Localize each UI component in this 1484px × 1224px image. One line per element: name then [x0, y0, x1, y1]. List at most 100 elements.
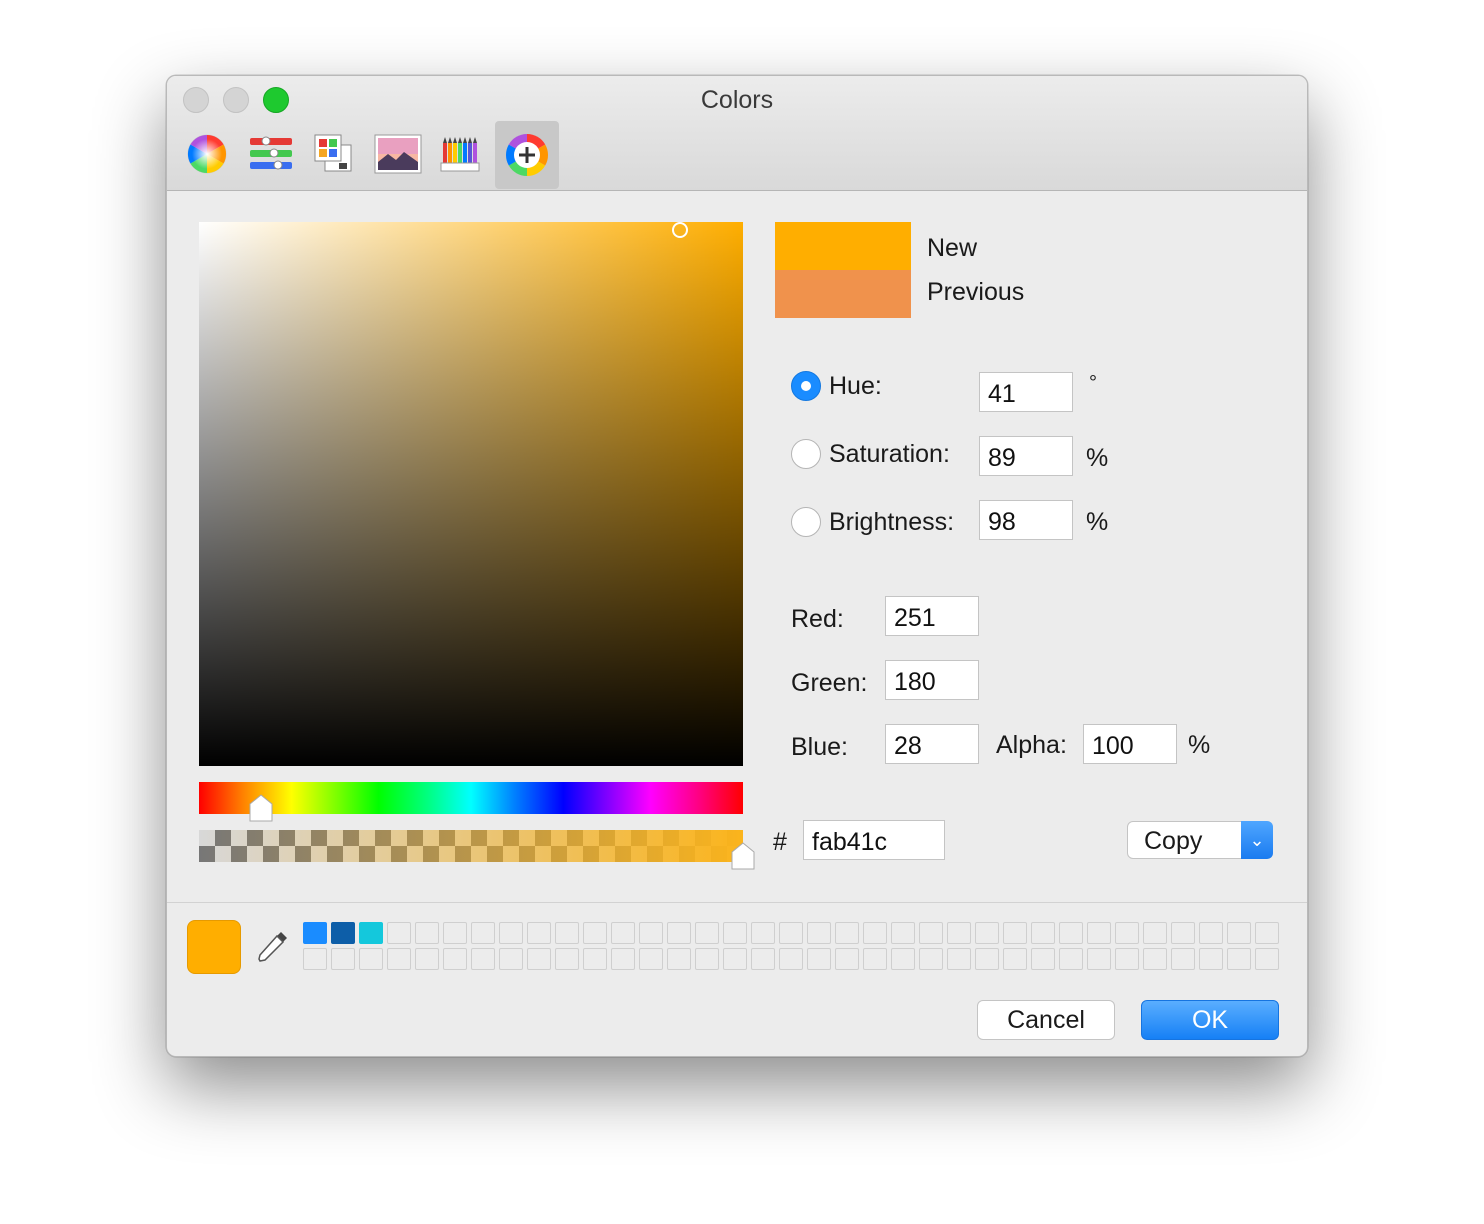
brightness-field[interactable]: 98: [979, 500, 1073, 540]
palette-cell[interactable]: [919, 922, 943, 944]
palette-cell[interactable]: [387, 922, 411, 944]
custom-picker-tab[interactable]: [495, 121, 559, 189]
palette-cell[interactable]: [695, 948, 719, 970]
palette-cell[interactable]: [415, 948, 439, 970]
saturation-field[interactable]: 89: [979, 436, 1073, 476]
palette-cell[interactable]: [1255, 922, 1279, 944]
color-sliders-tab[interactable]: [241, 124, 301, 184]
palette-cell[interactable]: [499, 922, 523, 944]
palette-cell[interactable]: [723, 922, 747, 944]
palette-cell[interactable]: [1003, 948, 1027, 970]
palette-cell[interactable]: [947, 922, 971, 944]
palette-cell[interactable]: [1143, 922, 1167, 944]
sv-cursor[interactable]: [672, 222, 688, 238]
hue-slider-thumb[interactable]: [249, 794, 273, 822]
palette-cell[interactable]: [863, 922, 887, 944]
chevron-down-icon[interactable]: ⌄: [1241, 821, 1273, 859]
palette-cell[interactable]: [471, 948, 495, 970]
hue-radio[interactable]: [791, 371, 821, 401]
palette-cell[interactable]: [583, 922, 607, 944]
palette-cell[interactable]: [1255, 948, 1279, 970]
palette-cell[interactable]: [443, 948, 467, 970]
palette-cell[interactable]: [807, 922, 831, 944]
palette-cell[interactable]: [919, 948, 943, 970]
palette-cell[interactable]: [1003, 922, 1027, 944]
palette-cell[interactable]: [751, 922, 775, 944]
palette-cell[interactable]: [975, 948, 999, 970]
palette-cell[interactable]: [779, 948, 803, 970]
palette-cell[interactable]: [387, 948, 411, 970]
palette-cell[interactable]: [443, 922, 467, 944]
palette-cell[interactable]: [527, 922, 551, 944]
palette-cell[interactable]: [331, 948, 355, 970]
alpha-slider-thumb[interactable]: [731, 842, 755, 870]
saturation-brightness-area[interactable]: [199, 222, 743, 766]
palette-cell[interactable]: [639, 922, 663, 944]
palette-cell[interactable]: [639, 948, 663, 970]
image-palettes-tab[interactable]: [368, 124, 428, 184]
palette-cell[interactable]: [1115, 948, 1139, 970]
eyedropper-icon[interactable]: [255, 928, 291, 964]
palette-cell[interactable]: [667, 948, 691, 970]
color-palettes-tab[interactable]: [303, 124, 363, 184]
palette-cell[interactable]: [359, 948, 383, 970]
palette-cell[interactable]: [303, 948, 327, 970]
copy-button[interactable]: Copy ⌄: [1127, 821, 1273, 859]
palette-cell[interactable]: [555, 922, 579, 944]
palette-cell[interactable]: [695, 922, 719, 944]
brightness-radio[interactable]: [791, 507, 821, 537]
palette-cell[interactable]: [583, 948, 607, 970]
palette-cell[interactable]: [891, 922, 915, 944]
palette-cell[interactable]: [1059, 948, 1083, 970]
palette-cell[interactable]: [807, 948, 831, 970]
palette-cell[interactable]: [947, 948, 971, 970]
red-field[interactable]: 251: [885, 596, 979, 636]
palette-cell[interactable]: [1087, 948, 1111, 970]
palette-cell[interactable]: [611, 948, 635, 970]
hue-field[interactable]: 41: [979, 372, 1073, 412]
hex-field[interactable]: fab41c: [803, 820, 945, 860]
palette-cell[interactable]: [499, 948, 523, 970]
palette-cell[interactable]: [1087, 922, 1111, 944]
palette-cell[interactable]: [751, 948, 775, 970]
palette-cell[interactable]: [723, 948, 747, 970]
palette-cell[interactable]: [863, 948, 887, 970]
palette-cell[interactable]: [1143, 948, 1167, 970]
ok-button[interactable]: OK: [1141, 1000, 1279, 1040]
palette-cell[interactable]: [415, 922, 439, 944]
palette-cell[interactable]: [1227, 948, 1251, 970]
palette-cell[interactable]: [471, 922, 495, 944]
palette-cell[interactable]: [331, 922, 355, 944]
palette-cell[interactable]: [1031, 948, 1055, 970]
saturation-radio[interactable]: [791, 439, 821, 469]
palette-cell[interactable]: [1171, 948, 1195, 970]
palette-cell[interactable]: [667, 922, 691, 944]
color-wheel-tab[interactable]: [177, 124, 237, 184]
palette-cell[interactable]: [835, 948, 859, 970]
palette-cell[interactable]: [1059, 922, 1083, 944]
palette-cell[interactable]: [835, 922, 859, 944]
blue-field[interactable]: 28: [885, 724, 979, 764]
palette-cell[interactable]: [527, 948, 551, 970]
palette-cell[interactable]: [611, 922, 635, 944]
palette-cell[interactable]: [1227, 922, 1251, 944]
palette-cell[interactable]: [1171, 922, 1195, 944]
palette-cell[interactable]: [359, 922, 383, 944]
current-color-well[interactable]: [187, 920, 241, 974]
alpha-slider[interactable]: [199, 830, 755, 870]
palette-cell[interactable]: [779, 922, 803, 944]
palette-cell[interactable]: [975, 922, 999, 944]
palette-cell[interactable]: [891, 948, 915, 970]
palette-cell[interactable]: [1115, 922, 1139, 944]
previous-color-swatch[interactable]: [775, 270, 911, 318]
green-field[interactable]: 180: [885, 660, 979, 700]
palette-cell[interactable]: [555, 948, 579, 970]
palette-cell[interactable]: [1031, 922, 1055, 944]
pencils-tab[interactable]: [431, 124, 491, 184]
cancel-button[interactable]: Cancel: [977, 1000, 1115, 1040]
palette-cell[interactable]: [303, 922, 327, 944]
palette-cell[interactable]: [1199, 948, 1223, 970]
palette-cell[interactable]: [1199, 922, 1223, 944]
hue-slider[interactable]: [199, 782, 743, 822]
alpha-field[interactable]: 100: [1083, 724, 1177, 764]
